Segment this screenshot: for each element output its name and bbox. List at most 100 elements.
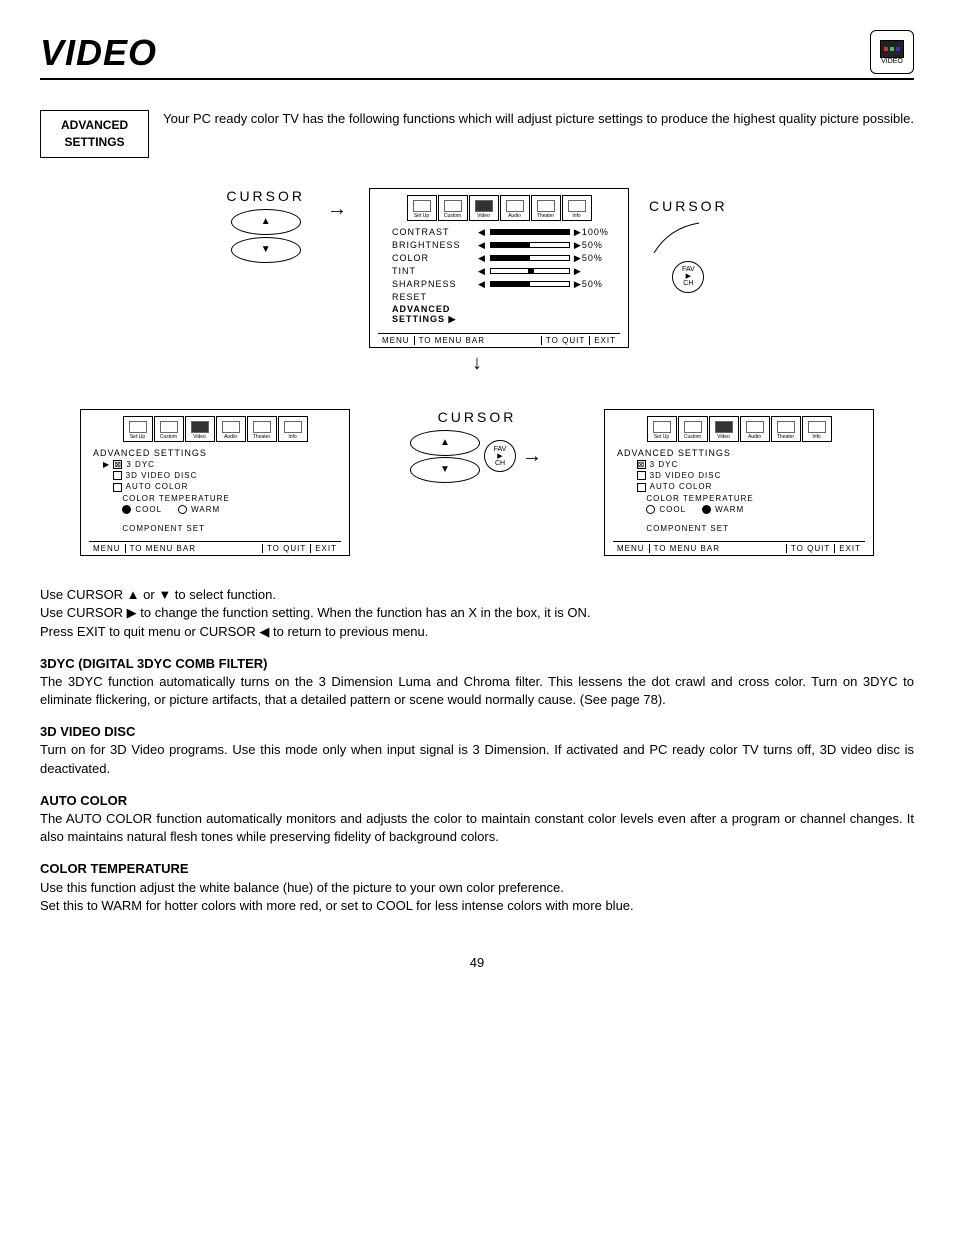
row-tint[interactable]: TINT◀▶ <box>392 266 620 277</box>
p-autocolor: The AUTO COLOR function automatically mo… <box>40 810 914 846</box>
body-text: Use CURSOR ▲ or ▼ to select function. Us… <box>40 586 914 915</box>
menu-footer: MENU TO MENU BAR TO QUIT EXIT <box>378 333 620 347</box>
cursor-label-r: CURSOR <box>649 198 728 214</box>
adv-l2: SETTINGS <box>61 134 128 151</box>
row-sharpness[interactable]: SHARPNESS◀▶50% <box>392 279 620 290</box>
bottom-row: Set Up Custom Video Audio Theater Info A… <box>80 409 874 557</box>
header: VIDEO VIDEO <box>40 30 914 80</box>
item-colortemp: COLOR TEMPERATURE <box>627 494 865 503</box>
cursor-right-col: CURSOR FAV▶CH <box>649 198 728 293</box>
adv-title-r: ADVANCED SETTINGS <box>617 448 865 458</box>
tab-setup[interactable]: Set Up <box>647 416 677 442</box>
tab-info[interactable]: Info <box>802 416 832 442</box>
tab-row-l: Set Up Custom Video Audio Theater Info <box>89 416 341 442</box>
foot-tobar: TO MENU BAR <box>649 544 724 553</box>
tab-info[interactable]: Info <box>562 195 592 221</box>
adv-menu-left: Set Up Custom Video Audio Theater Info A… <box>80 409 350 557</box>
fav-ch-button[interactable]: FAV▶CH <box>672 261 704 293</box>
tab-info[interactable]: Info <box>278 416 308 442</box>
adv-title: ADVANCED SETTINGS <box>93 448 341 458</box>
foot-menu[interactable]: MENU <box>89 544 125 553</box>
arrow-right-icon: → <box>325 188 349 231</box>
tab-row: Set Up Custom Video Audio Theater Info <box>378 195 620 221</box>
instr-1: Use CURSOR ▲ or ▼ to select function. <box>40 586 914 604</box>
p-colortemp-a: Use this function adjust the white balan… <box>40 879 914 897</box>
cursor-label-m: CURSOR <box>438 409 517 425</box>
item-3ddisc[interactable]: 3D VIDEO DISC <box>627 471 865 480</box>
instr-3: Press EXIT to quit menu or CURSOR ◀ to r… <box>40 623 914 641</box>
item-autocolor[interactable]: AUTO COLOR <box>103 482 341 491</box>
arrow-down-icon: ↓ <box>472 352 482 375</box>
foot-exit[interactable]: EXIT <box>589 336 620 345</box>
foot-tobar: TO MENU BAR <box>414 336 489 345</box>
row-color[interactable]: COLOR◀▶50% <box>392 253 620 264</box>
video-menu: Set Up Custom Video Audio Theater Info C… <box>369 188 629 348</box>
tab-custom[interactable]: Custom <box>438 195 468 221</box>
tab-video[interactable]: Video <box>469 195 499 221</box>
p-colortemp-b: Set this to WARM for hotter colors with … <box>40 897 914 915</box>
tab-setup[interactable]: Set Up <box>407 195 437 221</box>
page-number: 49 <box>40 955 914 970</box>
tab-audio[interactable]: Audio <box>500 195 530 221</box>
item-3ddisc[interactable]: 3D VIDEO DISC <box>103 471 341 480</box>
item-3dyc[interactable]: ▶ ⊠3 DYC <box>103 460 341 469</box>
adv-menu-right: Set Up Custom Video Audio Theater Info A… <box>604 409 874 557</box>
row-reset[interactable]: RESET <box>392 292 620 302</box>
foot-exit[interactable]: EXIT <box>834 544 865 553</box>
tab-custom[interactable]: Custom <box>154 416 184 442</box>
advanced-settings-box: ADVANCED SETTINGS <box>40 110 149 158</box>
h-3ddisc: 3D VIDEO DISC <box>40 724 135 739</box>
h-colortemp: COLOR TEMPERATURE <box>40 861 189 876</box>
p-3ddisc: Turn on for 3D Video programs. Use this … <box>40 741 914 777</box>
tab-row-r: Set Up Custom Video Audio Theater Info <box>613 416 865 442</box>
item-3dyc[interactable]: ⊠3 DYC <box>627 460 865 469</box>
menu-footer-r: MENU TO MENU BAR TO QUIT EXIT <box>613 541 865 555</box>
h-3dyc: 3DYC (DIGITAL 3DYC COMB FILTER) <box>40 656 268 671</box>
top-row: CURSOR ▲ ▼ → Set Up Custom Video Audio T… <box>226 188 727 348</box>
cursor-down-icon[interactable]: ▼ <box>231 237 301 263</box>
item-autocolor[interactable]: AUTO COLOR <box>627 482 865 491</box>
line-icon <box>649 218 709 258</box>
page-title: VIDEO <box>40 32 157 74</box>
tab-video[interactable]: Video <box>185 416 215 442</box>
tab-theater[interactable]: Theater <box>771 416 801 442</box>
foot-exit[interactable]: EXIT <box>310 544 341 553</box>
row-brightness[interactable]: BRIGHTNESS◀▶50% <box>392 240 620 251</box>
foot-toquit: TO QUIT <box>786 544 834 553</box>
item-component[interactable]: COMPONENT SET <box>627 524 865 533</box>
instr-2: Use CURSOR ▶ to change the function sett… <box>40 604 914 622</box>
tab-audio[interactable]: Audio <box>216 416 246 442</box>
item-cool-warm[interactable]: COOL WARM <box>103 505 341 514</box>
badge-label: VIDEO <box>881 58 903 65</box>
cursor-down-icon[interactable]: ▼ <box>410 457 480 483</box>
arrow-right-icon: → <box>520 435 544 478</box>
row-advanced[interactable]: ADVANCED <box>392 304 620 314</box>
video-icon <box>880 40 904 58</box>
tab-audio[interactable]: Audio <box>740 416 770 442</box>
cursor-up-icon[interactable]: ▲ <box>410 430 480 456</box>
tab-custom[interactable]: Custom <box>678 416 708 442</box>
intro-row: ADVANCED SETTINGS Your PC ready color TV… <box>40 110 914 158</box>
tab-theater[interactable]: Theater <box>531 195 561 221</box>
foot-menu[interactable]: MENU <box>613 544 649 553</box>
foot-toquit: TO QUIT <box>541 336 589 345</box>
row-advanced2[interactable]: SETTINGS ▶ <box>392 314 620 325</box>
tab-video[interactable]: Video <box>709 416 739 442</box>
adv-l1: ADVANCED <box>61 117 128 134</box>
cursor-up-icon[interactable]: ▲ <box>231 209 301 235</box>
h-autocolor: AUTO COLOR <box>40 793 127 808</box>
fav-ch-button[interactable]: FAV▶CH <box>484 440 516 472</box>
cursor-label: CURSOR <box>226 188 305 204</box>
video-badge: VIDEO <box>870 30 914 74</box>
diagram-area: CURSOR ▲ ▼ → Set Up Custom Video Audio T… <box>40 188 914 557</box>
foot-toquit: TO QUIT <box>262 544 310 553</box>
foot-tobar: TO MENU BAR <box>125 544 200 553</box>
cursor-up-down: CURSOR ▲ ▼ <box>226 188 305 264</box>
item-component[interactable]: COMPONENT SET <box>103 524 341 533</box>
row-contrast[interactable]: CONTRAST◀▶100% <box>392 227 620 238</box>
intro-text: Your PC ready color TV has the following… <box>163 110 914 158</box>
tab-setup[interactable]: Set Up <box>123 416 153 442</box>
item-cool-warm[interactable]: COOL WARM <box>627 505 865 514</box>
tab-theater[interactable]: Theater <box>247 416 277 442</box>
foot-menu[interactable]: MENU <box>378 336 414 345</box>
